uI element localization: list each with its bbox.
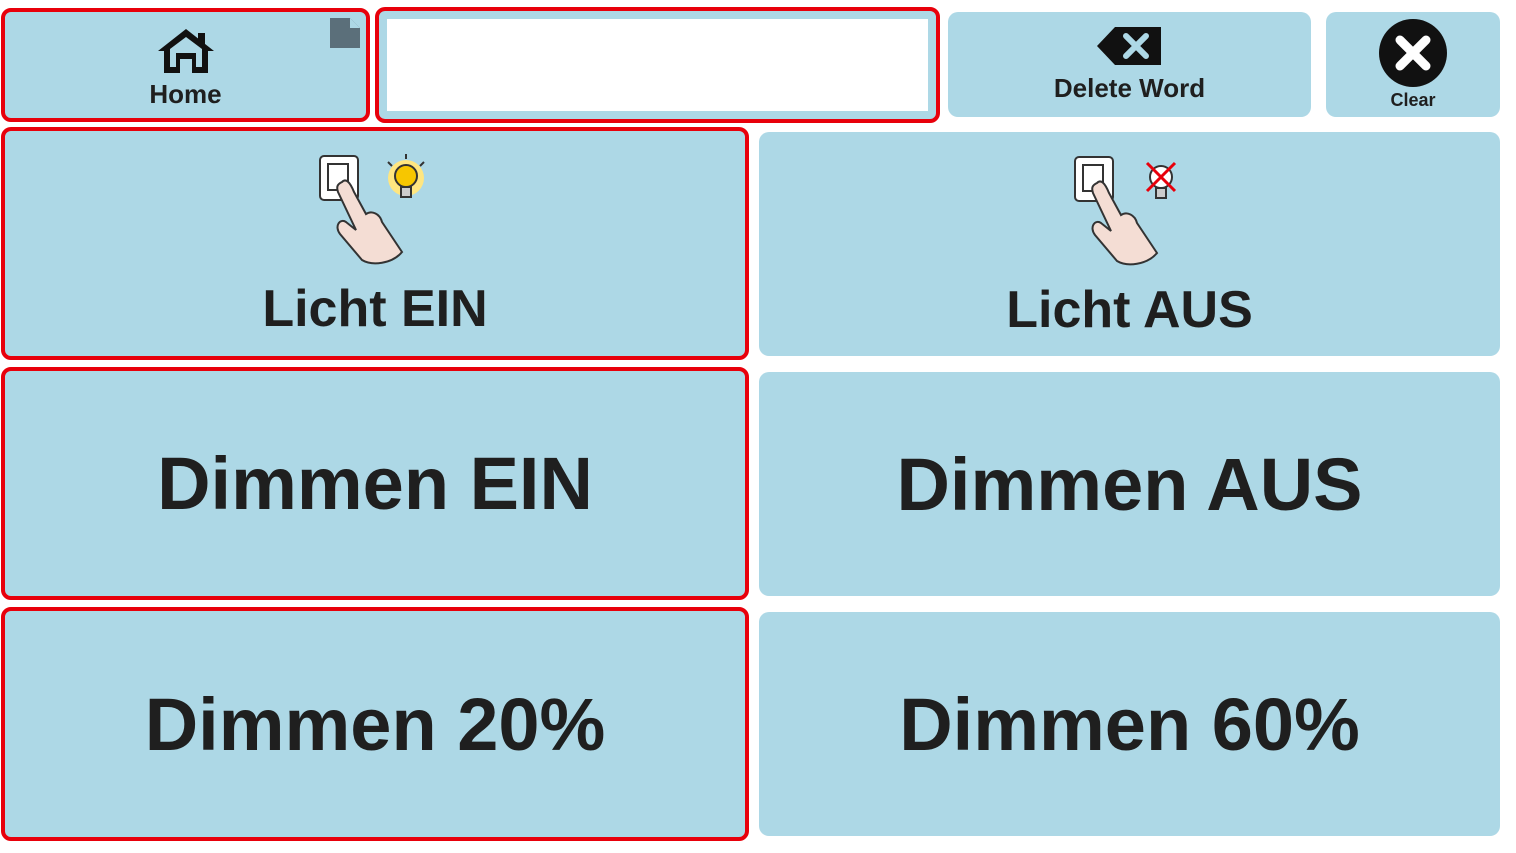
page-icon <box>330 18 360 48</box>
grid-cell-dimmen-20[interactable]: Dimmen 20% <box>1 607 749 841</box>
grid-cell-label: Dimmen AUS <box>896 442 1363 526</box>
grid-cell-label: Dimmen 60% <box>899 682 1360 766</box>
home-icon <box>157 28 214 73</box>
grid-cell-licht-aus[interactable]: Licht AUS <box>759 132 1500 356</box>
clear-icon <box>1379 19 1447 87</box>
home-button[interactable]: Home <box>1 8 370 122</box>
grid-cell-label: Dimmen 20% <box>144 682 606 766</box>
grid-cell-dimmen-aus[interactable]: Dimmen AUS <box>759 372 1500 596</box>
delete-word-label: Delete Word <box>1053 73 1206 103</box>
message-bar[interactable] <box>375 7 940 123</box>
clear-button[interactable]: Clear <box>1326 12 1500 117</box>
grid-cell-label: Dimmen EIN <box>157 442 593 525</box>
light-switch-off-icon <box>1073 155 1176 265</box>
grid-cell-label: Licht EIN <box>262 280 488 338</box>
message-bar-input[interactable] <box>387 19 928 111</box>
grid-cell-dimmen-60[interactable]: Dimmen 60% <box>759 612 1500 836</box>
home-label: Home <box>149 78 222 109</box>
delete-word-button[interactable]: Delete Word <box>948 12 1311 117</box>
grid-cell-dimmen-ein[interactable]: Dimmen EIN <box>1 367 749 600</box>
grid-cell-licht-ein[interactable]: Licht EIN <box>1 127 749 360</box>
light-switch-on-icon <box>319 154 425 265</box>
backspace-icon <box>1096 27 1161 65</box>
grid-cell-label: Licht AUS <box>1006 280 1253 339</box>
clear-label: Clear <box>1390 90 1436 110</box>
